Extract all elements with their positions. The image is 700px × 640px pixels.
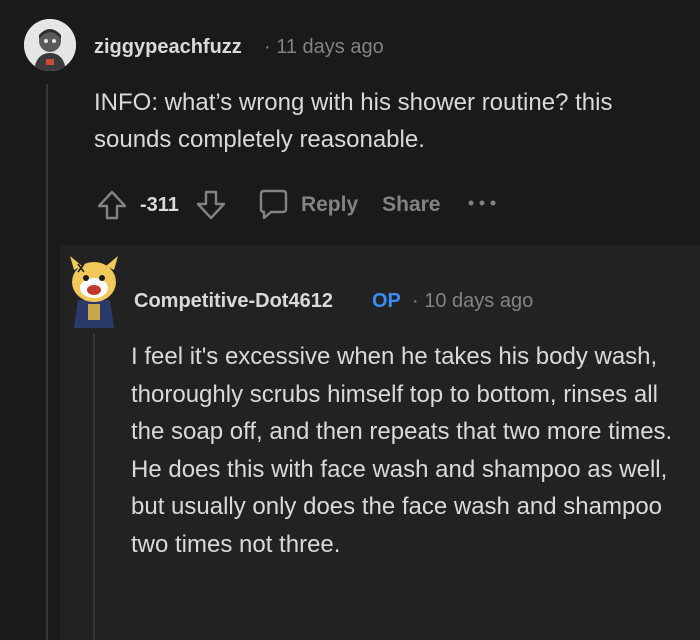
reply-button[interactable]: Reply	[253, 185, 358, 225]
comment-body: INFO: what’s wrong with his shower routi…	[94, 89, 613, 153]
upvote-icon[interactable]	[92, 185, 132, 225]
reply-timestamp: · 10 days ago	[412, 290, 534, 312]
user-avatar[interactable]	[24, 19, 76, 71]
op-badge: OP	[372, 290, 401, 312]
comment-actions: -311 Reply Share	[92, 185, 499, 225]
more-icon	[465, 193, 499, 218]
comment-thread-line[interactable]	[46, 84, 48, 640]
comment-icon	[253, 185, 293, 225]
share-button[interactable]: Share	[382, 193, 440, 217]
reply-label: Reply	[300, 193, 359, 216]
reply-username[interactable]: Competitive-Dot4612	[134, 290, 333, 313]
comment-username[interactable]: ziggypeachfuzz	[94, 36, 242, 59]
reply-thread-line[interactable]	[93, 334, 95, 640]
downvote-icon[interactable]	[191, 185, 231, 225]
reply-avatar[interactable]	[64, 252, 124, 328]
vote-score: -311	[140, 193, 179, 216]
more-options-button[interactable]	[465, 193, 499, 218]
comment-timestamp: · 11 days ago	[264, 36, 384, 58]
reply-body: I feel it's excessive when he takes his …	[131, 343, 673, 558]
